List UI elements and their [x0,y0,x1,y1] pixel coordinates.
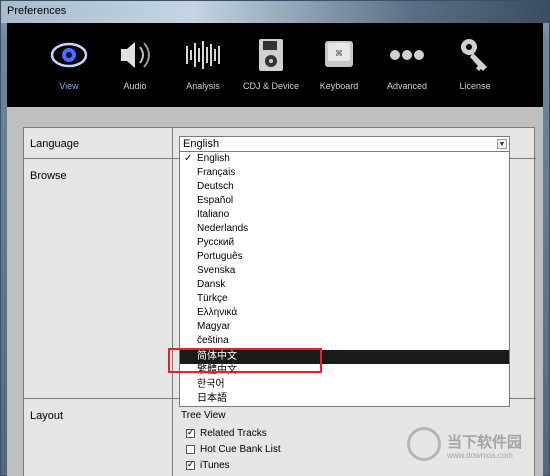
speaker-icon [121,42,150,68]
language-option[interactable]: Dansk [180,278,509,292]
language-option[interactable]: Italiano [180,208,509,222]
language-option[interactable]: 한국어 [180,378,509,392]
checkmark-icon: ✓ [184,153,193,164]
eye-icon [50,42,88,68]
watermark-subtext: www.downxia.com [447,451,513,460]
language-option[interactable]: Français [180,166,509,180]
watermark: 当下软件园 www.downxia.com [399,421,549,469]
language-option[interactable]: Ελληνικά [180,306,509,320]
itunes-label: iTunes [200,460,230,471]
watermark-logo-icon [407,427,441,461]
layout-label: Layout [30,410,64,422]
preferences-window: Preferences View Audio Analysis CDJ & De… [0,0,550,476]
language-option[interactable]: 日本語 [180,392,509,406]
tab-keyboard[interactable]: ⌘ Keyboard [305,23,373,107]
hot-cue-bank-list-label: Hot Cue Bank List [200,444,281,455]
svg-text:⌘: ⌘ [335,49,343,58]
related-tracks-checkbox[interactable] [186,427,195,438]
title-bar[interactable]: Preferences [1,1,550,23]
tab-cdj-device-label: CDJ & Device [242,81,299,91]
tab-keyboard-label: Keyboard [319,81,359,91]
key-icon [461,39,487,71]
language-select[interactable]: English ▼ [179,136,510,152]
preferences-toolbar: View Audio Analysis CDJ & Device ⌘ Keybo… [7,23,543,107]
language-option[interactable]: Русский [180,236,509,250]
tab-advanced-label: Advanced [386,81,428,91]
itunes-checkbox[interactable] [186,459,195,470]
tab-advanced[interactable]: Advanced [373,23,441,107]
window-title: Preferences [7,5,67,17]
language-option[interactable]: Svenska [180,264,509,278]
tab-analysis-label: Analysis [186,81,220,91]
language-option[interactable]: Português [180,250,509,264]
language-label: Language [30,138,79,150]
hot-cue-bank-list-checkbox[interactable] [186,445,195,454]
language-option[interactable]: Türkçe [180,292,509,306]
browse-label: Browse [30,170,67,182]
waveform-icon [186,41,220,69]
tree-view-label: Tree View [181,410,226,421]
dropdown-arrow-icon[interactable]: ▼ [497,139,507,149]
language-option[interactable]: Deutsch [180,180,509,194]
tab-audio[interactable]: Audio [101,23,169,107]
language-option[interactable]: ✓ English [180,152,509,166]
tab-cdj-device[interactable]: CDJ & Device [237,23,305,107]
language-select-value: English [183,138,220,150]
floppy-disk-icon [259,39,283,71]
language-option[interactable]: Español [180,194,509,208]
language-option[interactable]: Magyar [180,320,509,334]
language-option[interactable]: Nederlands [180,222,509,236]
tab-license[interactable]: License [441,23,509,107]
tab-license-label: License [459,81,491,91]
tab-analysis[interactable]: Analysis [169,23,237,107]
keyboard-key-icon: ⌘ [325,41,353,67]
highlight-annotation-box [168,348,322,373]
tab-view-label: View [59,81,79,91]
watermark-text: 当下软件园 [447,434,523,451]
tab-view[interactable]: View [35,23,103,107]
dots-icon [390,50,424,60]
language-option[interactable]: čeština [180,334,509,348]
tab-audio-label: Audio [123,81,147,91]
related-tracks-label: Related Tracks [200,428,267,439]
